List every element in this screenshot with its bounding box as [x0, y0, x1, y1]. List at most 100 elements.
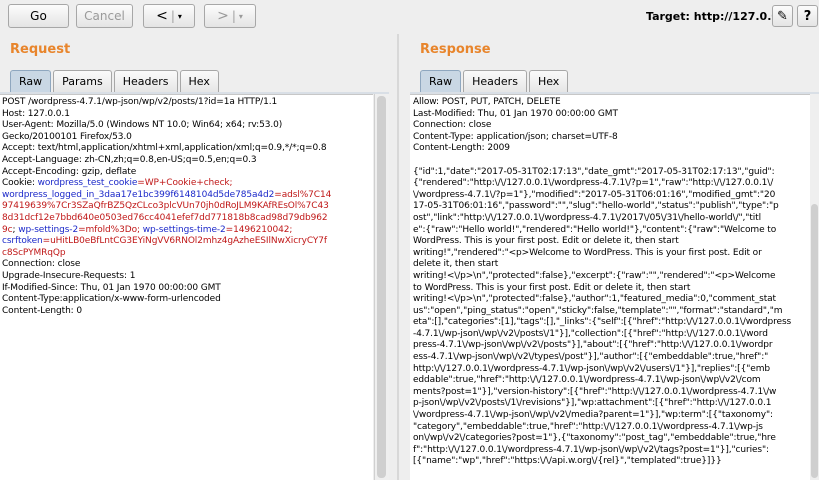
- response-line: -4.7.1\/wp-json\/wp\/v2\/posts\/1"}],"co…: [413, 328, 768, 339]
- cookie-name: csrftoken: [2, 236, 43, 247]
- tab-hex[interactable]: Hex: [528, 70, 569, 92]
- response-pane: Response Raw Headers Hex Allow: POST, PU…: [410, 34, 819, 480]
- cancel-label: Cancel: [84, 9, 125, 23]
- response-editor[interactable]: Allow: POST, PUT, PATCH, DELETE Last-Modi…: [410, 94, 819, 480]
- request-line: Gecko/20100101 Firefox/53.0: [2, 131, 132, 142]
- response-line: ost","link":"http:\/\/127.0.0.1\/wordpre…: [413, 212, 762, 223]
- response-line: writing!<\/p>\n","protected":false},"exc…: [413, 270, 776, 281]
- back-dropdown-icon[interactable]: ▾: [178, 12, 182, 21]
- cookie-line: csrftoken=uHitLB0eBfLntCG3EYiNgVV6RNOl2m…: [2, 236, 371, 248]
- cookie-value: =adsl%7C14: [274, 189, 332, 200]
- cookie-value: =WP+Cookie+check;: [137, 178, 233, 189]
- forward-dropdown-icon[interactable]: ▾: [239, 12, 243, 21]
- response-line: eta":[],"categories":[1],"tags":[],"_lin…: [413, 317, 792, 328]
- cookie-value: =mfold%3Do;: [78, 224, 140, 235]
- response-line: "category","embeddable":true,"href":"htt…: [413, 421, 763, 432]
- cookie-value: c8ScPYMRqQp: [2, 247, 66, 258]
- response-line: [{"name":"wp","href":"https:\/\/api.w.or…: [413, 456, 722, 467]
- response-title: Response: [420, 42, 491, 57]
- response-line: Last-Modified: Thu, 01 Jan 1970 00:00:00…: [413, 108, 618, 119]
- tab-params[interactable]: Params: [53, 70, 112, 92]
- tab-headers[interactable]: Headers: [113, 70, 178, 92]
- request-line: Connection: close: [2, 259, 81, 270]
- cookie-name: wordpress_test_cookie: [37, 178, 138, 189]
- tab-headers[interactable]: Headers: [463, 70, 527, 92]
- response-line: ess-4.7.1\/wp-json\/wp\/v2\/types\/post"…: [413, 352, 769, 363]
- cancel-button[interactable]: Cancel: [76, 4, 133, 28]
- cookie-value: 8d31dcf12e7bbd640e0503ed76cc4041efef7dd7…: [2, 212, 328, 223]
- request-tabs: Raw Params Headers Hex: [10, 70, 221, 92]
- scroll-thumb[interactable]: [377, 96, 386, 478]
- response-tabs: Raw Headers Hex: [420, 70, 570, 92]
- request-line: Accept-Language: zh-CN,zh;q=0.8,en-US;q=…: [2, 154, 257, 165]
- response-line: [413, 155, 801, 167]
- request-line: Accept: text/html,application/xhtml+xml,…: [2, 143, 327, 154]
- request-text[interactable]: POST /wordpress-4.7.1/wp-json/wp/v2/post…: [2, 97, 371, 317]
- cookie-value: =uHitLB0eBfLntCG3EYiNgVV6RNOl2mhz4gAzheE…: [42, 236, 328, 247]
- response-line: delete it, then start: [413, 259, 499, 270]
- help-icon: ?: [803, 8, 812, 24]
- pane-divider[interactable]: [397, 34, 399, 480]
- response-line: us":"open","ping_status":"open","sticky"…: [413, 305, 783, 316]
- request-line: User-Agent: Mozilla/5.0 (Windows NT 10.0…: [2, 120, 283, 131]
- tab-raw[interactable]: Raw: [10, 70, 52, 92]
- cookie-name: wp-settings-2: [18, 224, 79, 235]
- pencil-icon: ✎: [777, 8, 788, 24]
- tab-raw[interactable]: Raw: [420, 70, 462, 92]
- response-line: press-4.7.1\/wp-json\/wp\/v2\/posts"}],"…: [413, 340, 773, 351]
- request-line: Accept-Encoding: gzip, deflate: [2, 166, 137, 177]
- cookie-name: wp-settings-time-2: [142, 224, 226, 235]
- request-scrollbar[interactable]: [374, 94, 389, 480]
- response-line: Connection: close: [413, 120, 492, 131]
- help-button[interactable]: ?: [797, 5, 818, 27]
- cookie-line: Cookie: wordpress_test_cookie=WP+Cookie+…: [2, 178, 371, 190]
- cookie-line: wordpress_logged_in_3daa17e1bc399f614810…: [2, 190, 371, 202]
- response-line: to WordPress. This is your first post. E…: [413, 282, 691, 293]
- response-line: \/wordpress-4.7.1\/wp-json\/wp\/v2\/medi…: [413, 410, 773, 421]
- response-line: http:\/\/127.0.0.1\/wordpress-4.7.1\/wp-…: [413, 363, 770, 374]
- response-line: f":"http:\/\/127.0.0.1\/wordpress-4.7.1\…: [413, 444, 769, 455]
- request-line: Content-Type:application/x-www-form-urle…: [2, 294, 221, 305]
- response-text[interactable]: Allow: POST, PUT, PATCH, DELETE Last-Modi…: [413, 97, 801, 468]
- request-title: Request: [10, 42, 71, 57]
- response-line: {"id":1,"date":"2017-05-31T02:17:13","da…: [413, 166, 775, 177]
- request-line: POST /wordpress-4.7.1/wp-json/wp/v2/post…: [2, 97, 278, 107]
- forward-button[interactable]: > | ▾: [204, 4, 256, 28]
- response-line: Allow: POST, PUT, PATCH, DELETE: [413, 97, 561, 107]
- cookie-value: =1496210042;: [225, 224, 293, 235]
- back-button[interactable]: < | ▾: [143, 4, 195, 28]
- response-line: \/wordpress-4.7.1\/?p=1"},"modified":"20…: [413, 189, 776, 200]
- cookie-label: Cookie:: [2, 178, 38, 189]
- response-line: p-json\/wp\/v2\/posts\/1\/revisions"}],"…: [413, 398, 772, 409]
- cookie-name: wordpress_logged_in_3daa17e1bc399f614810…: [2, 189, 275, 200]
- cookie-line: 9c; wp-settings-2=mfold%3Do; wp-settings…: [2, 224, 293, 235]
- response-line: on\/wp\/v2\/categories?post=1"},{"taxono…: [413, 433, 776, 444]
- cookie-value: 9c: [2, 224, 13, 235]
- target-label: Target: http://127.0.0.1: [646, 10, 791, 23]
- tab-hex[interactable]: Hex: [179, 70, 219, 92]
- response-scrollbar[interactable]: [810, 94, 819, 480]
- response-line: {"rendered":"http:\/\/127.0.0.1\/wordpre…: [413, 178, 774, 189]
- request-pane: Request Raw Params Headers Hex POST /wor…: [0, 34, 389, 480]
- response-line: Content-Length: 2009: [413, 143, 510, 154]
- scroll-thumb[interactable]: [811, 204, 818, 478]
- response-line: ments?post=1"}],"version-history":[{"hre…: [413, 386, 777, 397]
- request-line: Content-Length: 0: [2, 305, 83, 316]
- response-line: writing!<\/p>\n","protected":false},"aut…: [413, 294, 776, 305]
- request-line: Upgrade-Insecure-Requests: 1: [2, 270, 136, 281]
- request-line: Host: 127.0.0.1: [2, 108, 70, 119]
- go-button[interactable]: Go: [8, 4, 69, 28]
- forward-arrow-icon: >: [217, 8, 229, 24]
- response-line: Content-Type: application/json; charset=…: [413, 131, 618, 142]
- request-line: If-Modified-Since: Thu, 01 Jan 1970 00:0…: [2, 282, 221, 293]
- back-arrow-icon: <: [156, 8, 168, 24]
- toolbar: Go Cancel < | ▾ > | ▾ Target: http://127.0.0…: [0, 0, 819, 34]
- response-line: eddable":true,"href":"http:\/\/127.0.0.1…: [413, 375, 761, 386]
- response-line: writing!","rendered":"<p>Welcome to Word…: [413, 247, 762, 258]
- response-line: WordPress. This is your first post. Edit…: [413, 236, 679, 247]
- go-label: Go: [30, 9, 47, 23]
- response-line: e":{"raw":"Hello world!","rendered":"Hel…: [413, 224, 777, 235]
- cookie-value: 97419639%7Cr3SZaQfrBZ5QzCLco3plcVUn70jh0…: [2, 201, 329, 212]
- request-editor[interactable]: POST /wordpress-4.7.1/wp-json/wp/v2/post…: [0, 94, 373, 480]
- edit-target-button[interactable]: ✎: [772, 5, 793, 27]
